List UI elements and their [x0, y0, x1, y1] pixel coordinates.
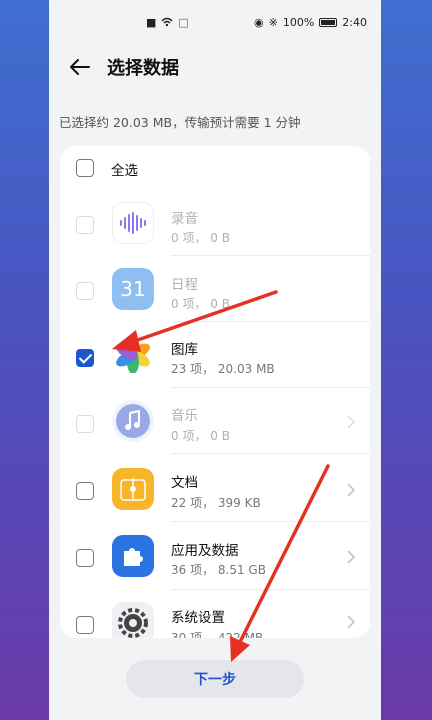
- list-item-recorder: 录音 0 项， 0 B: [60, 190, 370, 256]
- item-checkbox-gallery[interactable]: [76, 349, 94, 367]
- battery-icon: [319, 17, 338, 27]
- back-arrow-icon[interactable]: [67, 54, 93, 80]
- item-meta: 36 项， 8.51 GB: [171, 563, 266, 577]
- item-name: 录音: [171, 211, 198, 227]
- screen-record-icon: □: [178, 15, 189, 29]
- item-name: 应用及数据: [171, 543, 239, 559]
- list-item-apps[interactable]: 应用及数据 36 项， 8.51 GB: [60, 522, 370, 590]
- documents-icon: [112, 468, 154, 510]
- item-meta: 23 项， 20.03 MB: [171, 362, 275, 376]
- item-name: 音乐: [171, 408, 198, 424]
- clock: 2:40: [342, 15, 367, 29]
- select-all-label: 全选: [111, 163, 138, 179]
- select-all-row[interactable]: 全选: [60, 146, 370, 190]
- list-item-calendar: 31 日程 0 项， 0 B: [60, 256, 370, 322]
- item-checkbox-calendar: [76, 282, 94, 300]
- item-name: 图库: [171, 342, 198, 358]
- item-meta: 0 项， 0 B: [171, 297, 230, 311]
- item-meta: 22 项， 399 KB: [171, 496, 261, 510]
- voice-recorder-icon: [112, 202, 154, 244]
- list-item-settings[interactable]: 系统设置 30 项， 422 MB: [60, 590, 370, 638]
- select-all-checkbox[interactable]: [76, 159, 94, 177]
- selection-summary: 已选择约 20.03 MB，传输预计需要 1 分钟: [59, 115, 301, 130]
- eye-comfort-icon: ◉: [254, 15, 264, 29]
- settings-icon: [112, 602, 154, 638]
- item-checkbox-apps[interactable]: [76, 549, 94, 567]
- list-item-music: 音乐 0 项， 0 B: [60, 388, 370, 454]
- music-icon: [112, 400, 154, 442]
- page-header: 选择数据: [49, 44, 381, 90]
- notification-icon: ■: [146, 15, 157, 29]
- status-bar: ■ □ ◉ ※ 100% 2:40: [49, 0, 381, 44]
- item-name: 日程: [171, 277, 198, 293]
- apps-icon: [112, 535, 154, 577]
- page-title: 选择数据: [107, 58, 179, 79]
- item-checkbox-documents[interactable]: [76, 482, 94, 500]
- item-checkbox-settings[interactable]: [76, 616, 94, 634]
- item-meta: 30 项， 422 MB: [171, 631, 264, 638]
- item-name: 文档: [171, 475, 198, 491]
- next-button[interactable]: 下一步: [126, 660, 304, 698]
- calendar-icon: 31: [112, 268, 154, 310]
- phone-screen: ■ □ ◉ ※ 100% 2:40 选择数据 已选择约 20.03 MB，传输预…: [49, 0, 381, 720]
- list-item-gallery[interactable]: 图库 23 项， 20.03 MB: [60, 322, 370, 388]
- chevron-right-icon[interactable]: [346, 482, 356, 498]
- list-item-documents[interactable]: 文档 22 项， 399 KB: [60, 454, 370, 522]
- item-checkbox-recorder: [76, 216, 94, 234]
- calendar-icon-day: 31: [120, 277, 146, 301]
- item-checkbox-music: [76, 415, 94, 433]
- item-meta: 0 项， 0 B: [171, 231, 230, 245]
- chevron-right-icon[interactable]: [346, 614, 356, 630]
- data-list-card: 全选 录音 0 项， 0 B 31 日程 0 项， 0 B 图库 23 项， 2…: [60, 146, 370, 638]
- chevron-right-icon: [347, 415, 356, 429]
- battery-percent: 100%: [282, 15, 315, 29]
- item-meta: 0 项， 0 B: [171, 429, 230, 443]
- item-name: 系统设置: [171, 610, 225, 626]
- gallery-icon: [112, 334, 154, 376]
- bluetooth-icon: ※: [268, 15, 278, 29]
- chevron-right-icon[interactable]: [346, 549, 356, 565]
- hotspot-icon: [161, 17, 173, 27]
